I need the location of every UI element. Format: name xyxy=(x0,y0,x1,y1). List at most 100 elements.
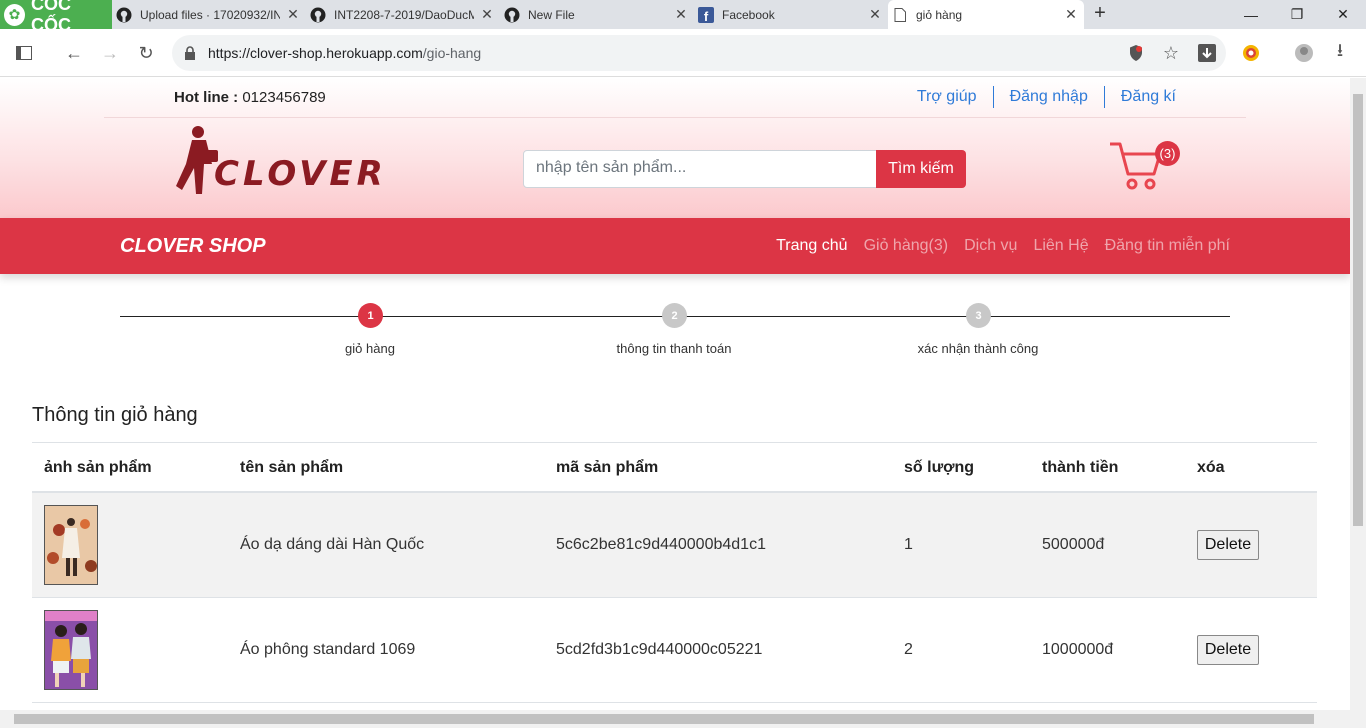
downloads-icon[interactable]: ⭳ xyxy=(1328,40,1352,65)
product-code: 5cd2fd3b1c9d440000c05221 xyxy=(556,641,763,658)
table-row: Áo dạ dáng dài Hàn Quốc 5c6c2be81c9d4400… xyxy=(32,493,1317,598)
register-link[interactable]: Đăng kí xyxy=(1103,86,1192,108)
column-header: xóa xyxy=(1197,459,1225,476)
lock-icon xyxy=(184,46,198,60)
github-icon xyxy=(116,7,132,23)
step-2-label: thông tin thanh toán xyxy=(616,341,732,356)
close-icon[interactable]: ✕ xyxy=(1064,7,1078,21)
tab-title: Facebook xyxy=(722,7,775,22)
table-header: ảnh sản phẩm tên sản phẩm mã sản phẩm số… xyxy=(32,443,1317,493)
horizontal-scrollbar[interactable] xyxy=(0,710,1366,728)
delete-button[interactable]: Delete xyxy=(1197,530,1259,560)
new-tab-button[interactable]: + xyxy=(1088,2,1112,25)
delete-button[interactable]: Delete xyxy=(1197,635,1259,665)
restore-button[interactable]: ❐ xyxy=(1274,0,1320,29)
main-navbar: CLOVER SHOP Trang chủ Giỏ hàng(3) Dịch v… xyxy=(0,218,1350,274)
tab-facebook[interactable]: f Facebook ✕ xyxy=(694,0,888,29)
step-3-label: xác nhận thành công xyxy=(917,341,1039,356)
web-page: Hot line : 0123456789 Trợ giúp Đăng nhập… xyxy=(0,78,1350,710)
close-icon[interactable]: ✕ xyxy=(480,7,494,21)
url-host: https://clover-shop.herokuapp.com xyxy=(208,45,423,61)
facebook-icon: f xyxy=(698,6,714,23)
product-thumbnail[interactable] xyxy=(44,610,98,690)
logo-text: CLOVER xyxy=(214,154,387,194)
help-link[interactable]: Trợ giúp xyxy=(901,86,993,108)
address-bar[interactable]: https://clover-shop.herokuapp.com/gio-ha… xyxy=(172,35,1226,71)
column-header: tên sản phẩm xyxy=(240,459,344,476)
close-icon[interactable]: ✕ xyxy=(674,7,688,21)
cart-table: ảnh sản phẩm tên sản phẩm mã sản phẩm số… xyxy=(32,442,1317,703)
hotline-label: Hot line : xyxy=(174,89,239,106)
tab-new-file[interactable]: New File ✕ xyxy=(500,0,694,29)
extension-icon[interactable] xyxy=(1239,41,1263,65)
github-icon xyxy=(310,7,326,23)
tab-gio-hang[interactable]: giỏ hàng ✕ xyxy=(888,0,1084,29)
site-header: Hot line : 0123456789 Trợ giúp Đăng nhập… xyxy=(0,78,1350,218)
step-1-label: giỏ hàng xyxy=(345,341,395,356)
cart-section-title: Thông tin giỏ hàng xyxy=(32,404,198,426)
nav-services[interactable]: Dịch vụ xyxy=(964,237,1017,255)
scrollbar-thumb[interactable] xyxy=(1353,94,1363,526)
step-2-dot: 2 xyxy=(662,303,687,328)
product-code: 5c6c2be81c9d440000b4d1c1 xyxy=(556,536,766,553)
bookmark-star-icon[interactable]: ☆ xyxy=(1159,41,1183,65)
product-quantity: 1 xyxy=(904,536,913,553)
shield-icon[interactable] xyxy=(1124,41,1148,65)
browser-toolbar: ← → ↻ https://clover-shop.herokuapp.com/… xyxy=(0,29,1366,77)
navbar-links: Trang chủ Giỏ hàng(3) Dịch vụ Liên Hệ Đă… xyxy=(776,237,1230,255)
login-link[interactable]: Đăng nhập xyxy=(992,86,1104,108)
hotline-number: 0123456789 xyxy=(238,89,326,106)
table-row: Áo phông standard 1069 5cd2fd3b1c9d44000… xyxy=(32,598,1317,703)
reload-icon[interactable]: ↻ xyxy=(134,41,158,65)
product-name: Áo phông standard 1069 xyxy=(240,641,416,658)
product-total: 1000000đ xyxy=(1042,641,1114,658)
nav-free-post[interactable]: Đăng tin miễn phí xyxy=(1105,237,1230,255)
back-icon[interactable]: ← xyxy=(62,41,86,65)
sidebar-toggle-icon[interactable] xyxy=(12,41,36,65)
product-name: Áo dạ dáng dài Hàn Quốc xyxy=(240,536,425,553)
product-thumbnail[interactable] xyxy=(44,505,98,585)
top-links: Trợ giúp Đăng nhập Đăng kí xyxy=(901,86,1192,108)
github-icon xyxy=(504,7,520,23)
header-divider xyxy=(104,117,1246,118)
search-button[interactable]: Tìm kiếm xyxy=(876,150,966,188)
browser-brand[interactable]: ✿ CỐC CỐC xyxy=(0,0,112,35)
navbar-brand[interactable]: CLOVER SHOP xyxy=(120,235,266,258)
close-window-button[interactable]: ✕ xyxy=(1320,0,1366,29)
url-text: https://clover-shop.herokuapp.com/gio-ha… xyxy=(208,45,481,61)
close-icon[interactable]: ✕ xyxy=(868,7,882,21)
tab-title: INT2208-7-2019/DaoDucM xyxy=(334,7,474,22)
hotline: Hot line : 0123456789 xyxy=(174,89,326,106)
nav-home[interactable]: Trang chủ xyxy=(776,237,847,255)
tab-title: Upload files · 17020932/IN xyxy=(140,7,280,22)
product-total: 500000đ xyxy=(1042,536,1105,553)
scrollbar-thumb[interactable] xyxy=(14,714,1314,724)
coccoc-logo-icon: ✿ xyxy=(4,3,25,26)
site-logo[interactable]: CLOVER xyxy=(168,124,418,196)
close-icon[interactable]: ✕ xyxy=(286,7,300,21)
browser-tab-strip: ✿ CỐC CỐC Upload files · 17020932/IN ✕ I… xyxy=(0,0,1366,35)
column-header: thành tiền xyxy=(1042,459,1119,476)
tab-title: New File xyxy=(528,7,575,22)
tab-int2208[interactable]: INT2208-7-2019/DaoDucM ✕ xyxy=(306,0,500,29)
url-path: /gio-hang xyxy=(422,45,482,61)
step-3-dot: 3 xyxy=(966,303,991,328)
minimize-button[interactable]: — xyxy=(1228,0,1274,29)
search-input[interactable]: nhập tên sản phẩm... xyxy=(523,150,877,188)
forward-icon[interactable]: → xyxy=(98,41,122,65)
nav-contact[interactable]: Liên Hệ xyxy=(1033,237,1088,255)
cart-count-badge: (3) xyxy=(1155,141,1180,166)
page-icon xyxy=(892,7,908,23)
tab-upload-files[interactable]: Upload files · 17020932/IN ✕ xyxy=(112,0,306,29)
download-page-icon[interactable] xyxy=(1195,41,1219,65)
product-quantity: 2 xyxy=(904,641,913,658)
column-header: mã sản phẩm xyxy=(556,459,659,476)
step-1-dot: 1 xyxy=(358,303,383,328)
svg-text:f: f xyxy=(704,9,709,23)
tab-title: giỏ hàng xyxy=(916,7,963,22)
profile-icon[interactable] xyxy=(1292,41,1316,65)
vertical-scrollbar[interactable] xyxy=(1350,78,1366,710)
nav-cart[interactable]: Giỏ hàng(3) xyxy=(864,237,949,255)
column-header: số lượng xyxy=(904,459,975,476)
column-header: ảnh sản phẩm xyxy=(44,459,152,476)
